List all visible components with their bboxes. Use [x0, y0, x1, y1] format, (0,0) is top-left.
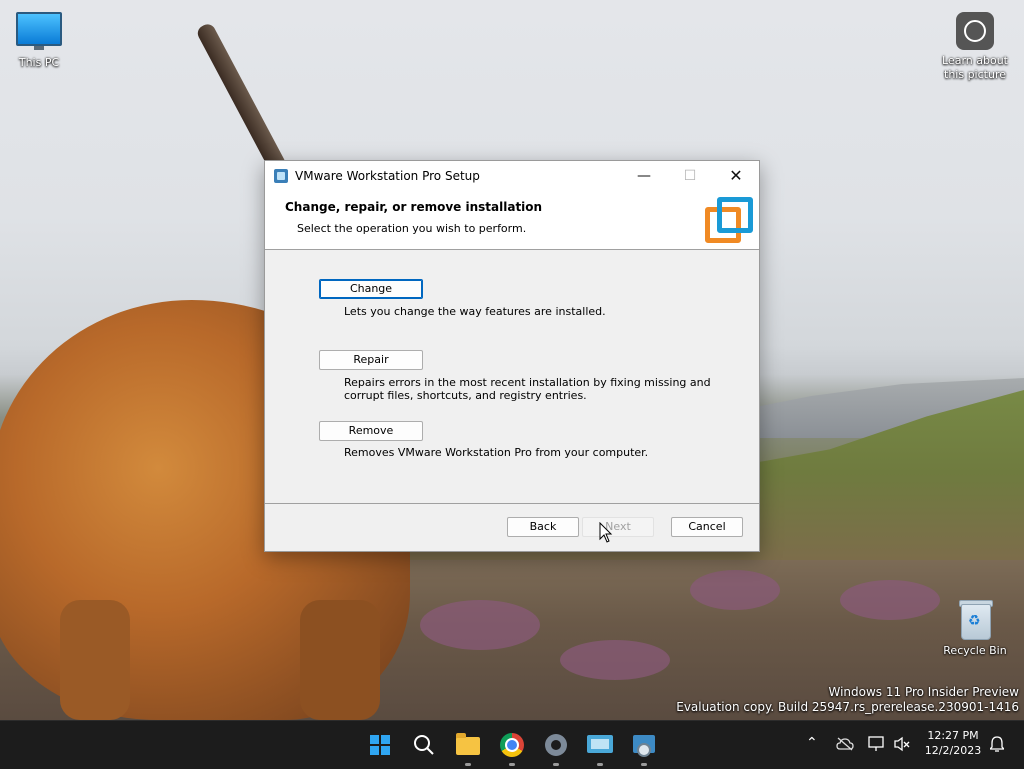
remove-button[interactable]: Remove	[319, 421, 423, 441]
desktop-icon-label: This PC	[18, 56, 60, 69]
minimize-button[interactable]: —	[621, 161, 667, 191]
taskbar-chrome[interactable]	[496, 729, 528, 761]
repair-description: Repairs errors in the most recent instal…	[344, 376, 711, 402]
notification-bell-icon[interactable]	[990, 735, 1004, 753]
mouse-cursor-icon	[599, 522, 613, 543]
camera-icon	[956, 12, 994, 50]
change-description: Lets you change the way features are ins…	[344, 305, 606, 318]
clock-date: 12/2/2023	[924, 744, 982, 757]
back-button[interactable]: Back	[507, 517, 579, 537]
wallpaper-heather	[690, 570, 780, 610]
running-indicator	[509, 763, 515, 766]
remote-desktop-icon	[587, 735, 613, 753]
volume-muted-icon[interactable]	[894, 736, 912, 752]
running-indicator	[641, 763, 647, 766]
recycle-bin-icon: ♻	[959, 598, 993, 640]
running-indicator	[597, 763, 603, 766]
start-button[interactable]	[364, 729, 396, 761]
taskbar: ⌃ 12:27 PM 12/2/2023	[0, 720, 1024, 769]
change-button[interactable]: Change	[319, 279, 423, 299]
windows-logo-icon	[370, 735, 390, 755]
vmware-logo-icon	[705, 197, 753, 243]
header-title: Change, repair, or remove installation	[285, 200, 543, 214]
wallpaper-cow-leg	[300, 600, 380, 720]
close-button[interactable]: ✕	[713, 161, 759, 191]
header-subtitle: Select the operation you wish to perform…	[297, 222, 527, 235]
taskbar-settings[interactable]	[540, 729, 572, 761]
chrome-icon	[500, 733, 524, 757]
dialog-titlebar[interactable]: VMware Workstation Pro Setup — ☐ ✕	[265, 161, 759, 191]
running-indicator	[465, 763, 471, 766]
search-button[interactable]	[408, 729, 440, 761]
dialog-header: Change, repair, or remove installation S…	[265, 191, 759, 250]
setup-dialog: VMware Workstation Pro Setup — ☐ ✕ Chang…	[264, 160, 760, 552]
wallpaper-heather	[560, 640, 670, 680]
monitor-icon	[16, 12, 62, 50]
repair-button[interactable]: Repair	[319, 350, 423, 370]
remove-description: Removes VMware Workstation Pro from your…	[344, 446, 649, 459]
windows-watermark: Windows 11 Pro Insider Preview Evaluatio…	[676, 685, 1019, 715]
watermark-build: Evaluation copy. Build 25947.rs_prerelea…	[676, 700, 1019, 714]
taskbar-clock[interactable]: 12:27 PM 12/2/2023	[918, 728, 988, 758]
running-indicator	[553, 763, 559, 766]
dialog-title: VMware Workstation Pro Setup	[295, 169, 480, 183]
maximize-button[interactable]: ☐	[667, 161, 713, 191]
wallpaper-heather	[840, 580, 940, 620]
desktop-icon-label: Learn about this picture	[942, 54, 1008, 81]
wallpaper-cow-leg	[60, 600, 130, 720]
cancel-button[interactable]: Cancel	[671, 517, 743, 537]
desktop-icon-this-pc[interactable]: This PC	[2, 12, 76, 70]
footer-separator	[265, 503, 759, 504]
taskbar-vmware-setup[interactable]	[628, 729, 660, 761]
desktop-icon-label: Recycle Bin	[943, 644, 1007, 657]
watermark-edition: Windows 11 Pro Insider Preview	[828, 685, 1019, 699]
next-button[interactable]: Next	[582, 517, 654, 537]
taskbar-file-explorer[interactable]	[452, 729, 484, 761]
folder-icon	[456, 733, 480, 755]
installer-icon	[633, 735, 655, 757]
search-icon	[414, 735, 434, 755]
cloud-offline-icon[interactable]	[836, 737, 854, 751]
desktop-icon-recycle-bin[interactable]: ♻ Recycle Bin	[938, 598, 1012, 658]
taskbar-remote-desktop[interactable]	[584, 729, 616, 761]
gear-icon	[545, 734, 567, 756]
clock-time: 12:27 PM	[927, 729, 979, 742]
network-icon[interactable]	[868, 736, 886, 752]
vmware-setup-icon	[274, 169, 288, 183]
desktop-icon-learn-about-picture[interactable]: Learn about this picture	[938, 12, 1012, 82]
chevron-up-icon[interactable]: ⌃	[806, 735, 818, 751]
wallpaper-heather	[420, 600, 540, 650]
wallpaper-cow-horn	[195, 21, 287, 172]
